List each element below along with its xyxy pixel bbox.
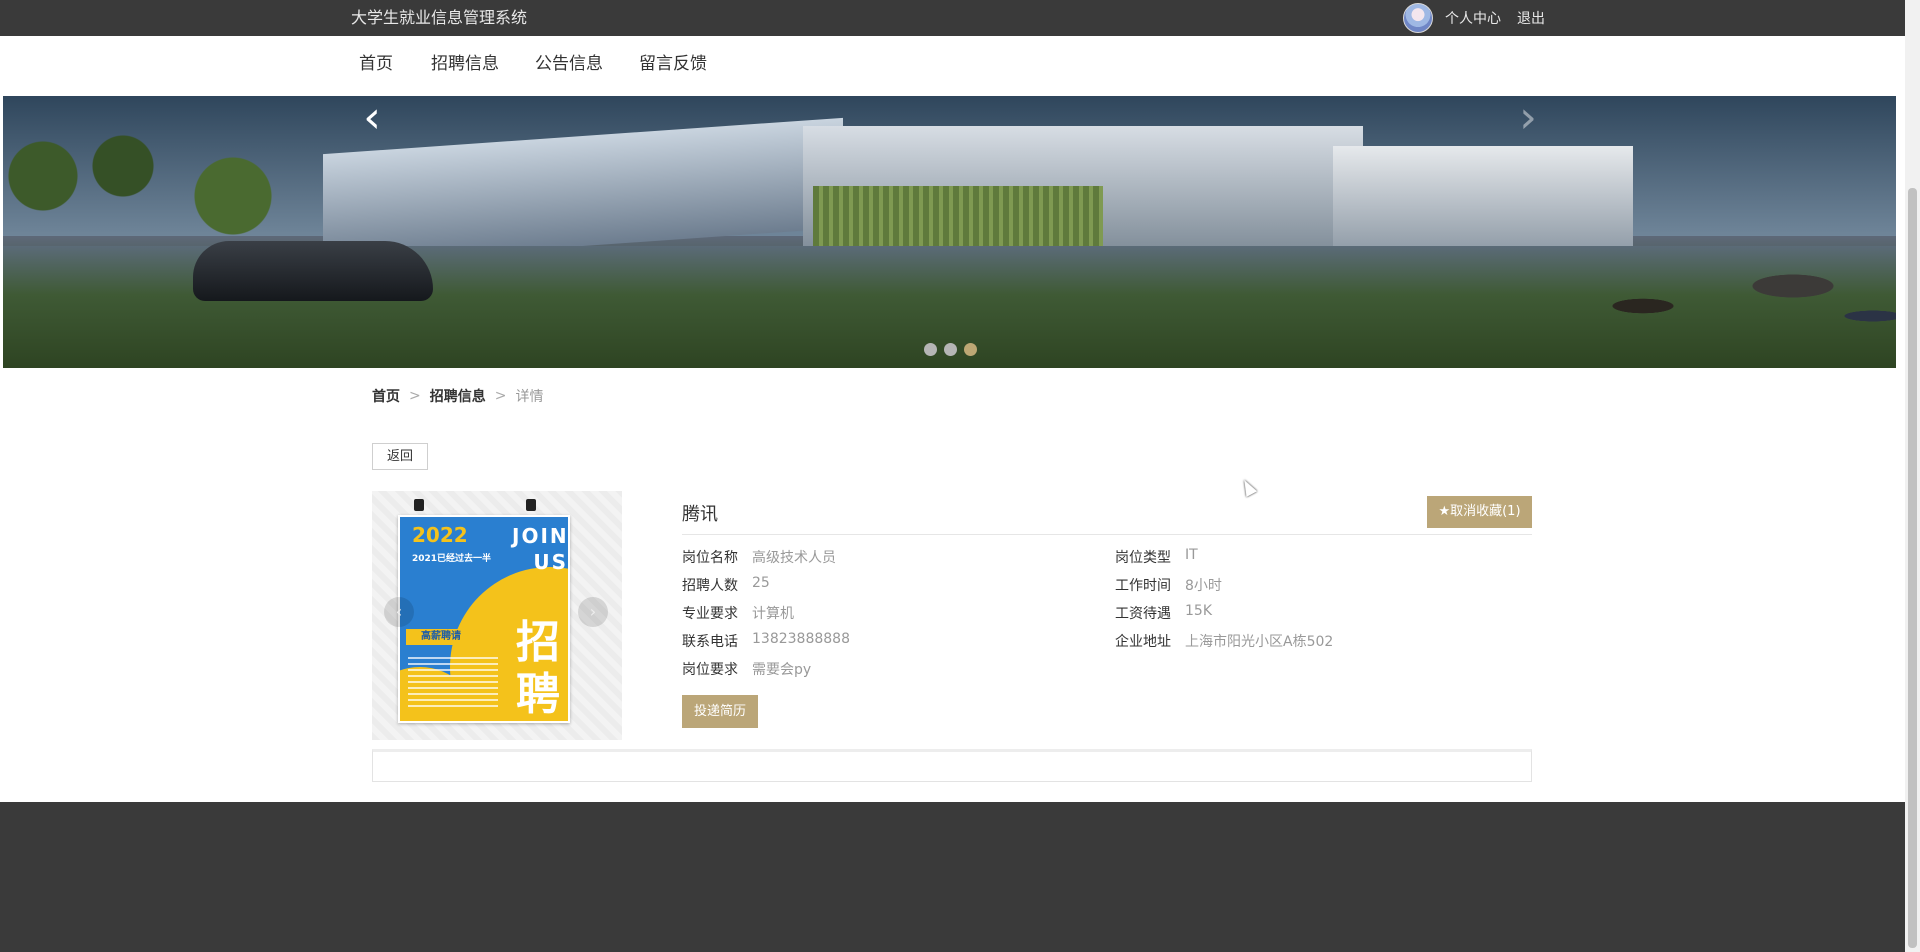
carousel-dot[interactable] xyxy=(944,343,957,356)
profile-link[interactable]: 个人中心 xyxy=(1445,8,1501,28)
poster-join: JOIN US xyxy=(512,524,569,574)
breadcrumb-jobs[interactable]: 招聘信息 xyxy=(430,386,486,406)
detail-content-box xyxy=(372,749,1532,782)
field-value: 需要会py xyxy=(752,662,812,678)
field-label: 岗位类型 xyxy=(1115,550,1171,566)
main-nav: 首页 招聘信息 公告信息 留言反馈 xyxy=(0,36,1905,96)
submit-resume-button[interactable]: 投递简历 xyxy=(682,695,758,728)
field-value: 高级技术人员 xyxy=(752,550,836,566)
breadcrumb-separator: > xyxy=(409,388,421,404)
mouse-cursor-icon xyxy=(1238,477,1258,497)
page-scrollbar[interactable] xyxy=(1905,0,1920,952)
banner-car xyxy=(193,241,433,301)
field-major: 专业要求 计算机 xyxy=(682,603,794,623)
field-value: 上海市阳光小区A栋502 xyxy=(1185,634,1334,650)
field-salary: 工资待遇 15K xyxy=(1115,603,1212,623)
field-label: 岗位要求 xyxy=(682,662,738,678)
back-button[interactable]: 返回 xyxy=(372,443,428,470)
nav-item-home[interactable]: 首页 xyxy=(359,36,393,92)
banner-building xyxy=(1333,146,1633,256)
pin-icon xyxy=(414,499,424,511)
banner-carousel xyxy=(3,96,1896,368)
company-name: 腾讯 xyxy=(682,504,718,525)
logout-link[interactable]: 退出 xyxy=(1517,8,1545,28)
poster-tag: 高薪聘请 xyxy=(406,629,476,645)
job-poster-image: 2022 JOIN US 2021已经过去一半 高薪聘请 招聘 ‹ › xyxy=(372,491,622,740)
poster-year: 2022 xyxy=(412,523,468,547)
field-value: 13823888888 xyxy=(752,631,850,647)
banner-prev-icon[interactable]: ‹ xyxy=(358,96,386,144)
poster-card: 2022 JOIN US 2021已经过去一半 高薪聘请 招聘 xyxy=(398,515,570,723)
nav-item-notices[interactable]: 公告信息 xyxy=(535,36,603,92)
poster-text-lines xyxy=(408,657,498,707)
nav-item-jobs[interactable]: 招聘信息 xyxy=(431,36,499,92)
carousel-dot[interactable] xyxy=(924,343,937,356)
poster-next-icon[interactable]: › xyxy=(578,597,608,627)
top-bar: 大学生就业信息管理系统 个人中心 退出 xyxy=(0,0,1905,36)
carousel-dots xyxy=(924,343,977,356)
field-value: 25 xyxy=(752,575,770,591)
breadcrumb-home[interactable]: 首页 xyxy=(372,386,400,406)
cancel-favorite-button[interactable]: ★取消收藏(1) xyxy=(1427,496,1532,528)
field-value: 计算机 xyxy=(752,606,794,622)
field-job-name: 岗位名称 高级技术人员 xyxy=(682,547,836,567)
carousel-dot-active[interactable] xyxy=(964,343,977,356)
user-area: 个人中心 退出 xyxy=(1403,2,1545,34)
breadcrumb: 首页 > 招聘信息 > 详情 xyxy=(372,386,543,406)
pin-icon xyxy=(526,499,536,511)
divider xyxy=(682,534,1532,535)
breadcrumb-current: 详情 xyxy=(515,389,544,405)
field-address: 企业地址 上海市阳光小区A栋502 xyxy=(1115,631,1333,651)
field-headcount: 招聘人数 25 xyxy=(682,575,770,595)
poster-prev-icon[interactable]: ‹ xyxy=(384,597,414,627)
field-value: IT xyxy=(1185,547,1198,563)
banner-people xyxy=(1503,246,1896,368)
field-label: 企业地址 xyxy=(1115,634,1171,650)
footer xyxy=(0,802,1905,952)
field-label: 岗位名称 xyxy=(682,550,738,566)
scrollbar-thumb[interactable] xyxy=(1908,188,1917,948)
site-title: 大学生就业信息管理系统 xyxy=(351,8,528,27)
field-value: 15K xyxy=(1185,603,1212,619)
breadcrumb-separator: > xyxy=(494,388,507,404)
nav-item-feedback[interactable]: 留言反馈 xyxy=(639,36,707,92)
avatar[interactable] xyxy=(1403,3,1433,33)
field-label: 联系电话 xyxy=(682,634,738,650)
field-label: 招聘人数 xyxy=(682,578,738,594)
field-requirements: 岗位要求 需要会py xyxy=(682,659,811,679)
field-phone: 联系电话 13823888888 xyxy=(682,631,850,651)
banner-trees xyxy=(3,116,303,256)
field-label: 工作时间 xyxy=(1115,578,1171,594)
field-work-hours: 工作时间 8小时 xyxy=(1115,575,1222,595)
field-label: 专业要求 xyxy=(682,606,738,622)
poster-subtitle: 2021已经过去一半 xyxy=(412,554,492,564)
field-job-type: 岗位类型 IT xyxy=(1115,547,1198,567)
field-value: 8小时 xyxy=(1185,578,1222,594)
field-label: 工资待遇 xyxy=(1115,606,1171,622)
banner-next-icon[interactable]: › xyxy=(1514,96,1542,144)
poster-big-text: 招聘 xyxy=(516,617,560,720)
